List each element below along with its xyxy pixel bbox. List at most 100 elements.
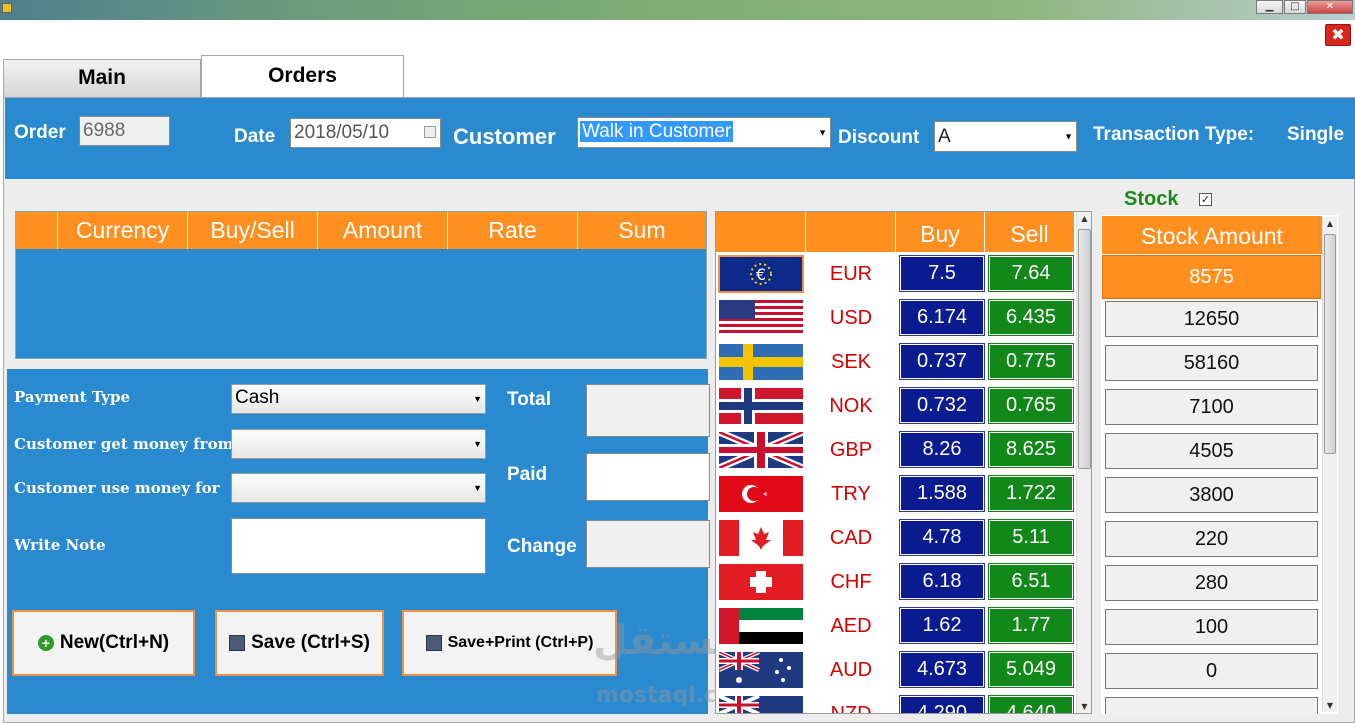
buy-rate-cell[interactable]: 0.737 <box>899 343 985 380</box>
rate-row[interactable]: USD 6.174 6.435 <box>716 296 1076 340</box>
sell-rate-cell[interactable]: 7.64 <box>988 255 1074 292</box>
sell-rate-cell[interactable]: 8.625 <box>988 431 1074 468</box>
window-close-button[interactable]: ✕ <box>1307 0 1353 14</box>
buy-rate-cell[interactable]: 6.174 <box>899 299 985 336</box>
buy-rate-cell[interactable]: 4.78 <box>899 519 985 556</box>
customer-combo[interactable]: Walk in Customer ▼ <box>577 117 831 148</box>
rate-row[interactable]: TRY 1.588 1.722 <box>716 472 1076 516</box>
calendar-icon[interactable] <box>424 126 436 138</box>
rate-row[interactable]: AUD 4.673 5.049 <box>716 648 1076 692</box>
chevron-down-icon: ▼ <box>1064 131 1073 141</box>
col-header-stock-amount[interactable]: Stock Amount <box>1102 216 1322 254</box>
stock-amount-cell[interactable]: 0 <box>1105 653 1318 689</box>
rates-grid[interactable]: Buy Sell € EUR 7.5 7.64 USD 6.174 6.435 SEK 0.73… <box>715 211 1092 714</box>
sell-rate-cell[interactable]: 5.11 <box>988 519 1074 556</box>
rates-scroll-thumb[interactable] <box>1078 229 1091 469</box>
rate-row[interactable]: GBP 8.26 8.625 <box>716 428 1076 472</box>
payment-type-combo[interactable]: Cash ▼ <box>231 384 486 414</box>
currency-code: CAD <box>829 527 873 549</box>
order-lines-header: Currency Buy/Sell Amount Rate Sum <box>16 212 706 249</box>
stock-scroll-thumb[interactable] <box>1324 234 1336 454</box>
gb-flag-icon <box>719 432 803 468</box>
form-close-button[interactable]: ✖ <box>1325 24 1351 46</box>
minimize-button[interactable]: ▁ <box>1256 0 1283 14</box>
stock-amount-cell[interactable]: 7100 <box>1105 389 1318 425</box>
rates-header: Buy Sell <box>716 212 1075 252</box>
sell-rate-cell[interactable]: 0.765 <box>988 387 1074 424</box>
stock-amount-cell[interactable]: 4505 <box>1105 433 1318 469</box>
col-header-sum[interactable]: Sum <box>578 212 706 249</box>
stock-amount-cell[interactable] <box>1105 697 1318 714</box>
stock-amount-cell[interactable]: 58160 <box>1105 345 1318 381</box>
tr-flag-icon <box>719 476 803 512</box>
sell-rate-cell[interactable]: 1.722 <box>988 475 1074 512</box>
col-header-rate[interactable]: Rate <box>448 212 578 249</box>
col-header-amount[interactable]: Amount <box>318 212 448 249</box>
rate-row[interactable]: NOK 0.732 0.765 <box>716 384 1076 428</box>
get-money-from-combo[interactable]: ▼ <box>231 429 486 459</box>
col-header-sell[interactable]: Sell <box>985 212 1075 252</box>
tab-orders[interactable]: Orders <box>201 55 404 97</box>
svg-text:€: € <box>756 265 766 284</box>
use-money-for-combo[interactable]: ▼ <box>231 473 486 503</box>
rates-scrollbar[interactable]: ▲ ▼ <box>1076 212 1091 713</box>
col-header-buy[interactable]: Buy <box>896 212 985 252</box>
buy-rate-cell[interactable]: 0.732 <box>899 387 985 424</box>
stock-checkbox[interactable]: ✓ <box>1199 193 1212 206</box>
currency-code: AUD <box>829 659 873 681</box>
buy-rate-cell[interactable]: 8.26 <box>899 431 985 468</box>
stock-amount-cell[interactable]: 220 <box>1105 521 1318 557</box>
sell-rate-cell[interactable]: 0.775 <box>988 343 1074 380</box>
floppy-disk-icon <box>425 635 442 651</box>
sell-rate-cell[interactable]: 4.640 <box>988 695 1074 713</box>
buy-rate-cell[interactable]: 4.673 <box>899 651 985 688</box>
col-header-buy-sell[interactable]: Buy/Sell <box>188 212 318 249</box>
plus-icon: + <box>37 635 54 651</box>
buy-rate-cell[interactable]: 4.290 <box>899 695 985 713</box>
stock-grid[interactable]: Stock Amount 8575 12650 58160 7100 4505 3800 2… <box>1101 215 1338 714</box>
stock-amount-cell[interactable]: 12650 <box>1105 301 1318 337</box>
discount-combo[interactable]: A ▼ <box>934 121 1077 152</box>
buy-rate-cell[interactable]: 6.18 <box>899 563 985 600</box>
scroll-up-icon[interactable]: ▲ <box>1323 219 1337 228</box>
rate-row[interactable]: CAD 4.78 5.11 <box>716 516 1076 560</box>
rate-row[interactable]: CHF 6.18 6.51 <box>716 560 1076 604</box>
note-textarea[interactable] <box>231 518 486 574</box>
sell-rate-cell[interactable]: 6.51 <box>988 563 1074 600</box>
col-header-currency[interactable]: Currency <box>58 212 188 249</box>
paid-field[interactable] <box>586 453 710 501</box>
new-order-button[interactable]: + New(Ctrl+N) <box>12 610 195 676</box>
rate-row[interactable]: NZD 4.290 4.640 <box>716 692 1076 714</box>
currency-code: TRY <box>831 483 871 505</box>
rate-row[interactable]: SEK 0.737 0.775 <box>716 340 1076 384</box>
scroll-down-icon[interactable]: ▼ <box>1077 702 1091 711</box>
transaction-type-label: Transaction Type: <box>1093 124 1255 145</box>
sell-rate-cell[interactable]: 6.435 <box>988 299 1074 336</box>
sell-rate-cell[interactable]: 5.049 <box>988 651 1074 688</box>
scroll-up-icon[interactable]: ▲ <box>1077 214 1091 223</box>
date-picker[interactable]: 2018/05/10 <box>290 118 441 148</box>
sell-rate-cell[interactable]: 1.77 <box>988 607 1074 644</box>
rate-row[interactable]: € EUR 7.5 7.64 <box>716 252 1076 296</box>
buy-rate-cell[interactable]: 1.588 <box>899 475 985 512</box>
customer-value: Walk in Customer <box>580 121 734 142</box>
maximize-button[interactable]: □ <box>1284 0 1306 14</box>
save-button[interactable]: Save (Ctrl+S) <box>215 610 384 676</box>
ca-flag-icon <box>719 520 803 556</box>
stock-amount-cell[interactable]: 100 <box>1105 609 1318 645</box>
stock-amount-cell[interactable]: 3800 <box>1105 477 1318 513</box>
order-lines-table[interactable]: Currency Buy/Sell Amount Rate Sum <box>15 211 707 359</box>
stock-amount-cell[interactable]: 8575 <box>1102 255 1321 299</box>
currency-code: GBP <box>829 439 873 461</box>
buy-rate-cell[interactable]: 7.5 <box>899 255 985 292</box>
scroll-down-icon[interactable]: ▼ <box>1323 701 1337 710</box>
currency-code: NZD <box>830 703 872 714</box>
tab-main[interactable]: Main <box>3 59 201 97</box>
rate-row[interactable]: AED 1.62 1.77 <box>716 604 1076 648</box>
payment-type-label: Payment Type <box>14 388 131 406</box>
buy-rate-cell[interactable]: 1.62 <box>899 607 985 644</box>
stock-amount-cell[interactable]: 280 <box>1105 565 1318 601</box>
chevron-down-icon: ▼ <box>473 394 482 404</box>
stock-scrollbar[interactable]: ▲ ▼ <box>1322 217 1337 712</box>
save-print-button[interactable]: Save+Print (Ctrl+P) <box>402 610 617 676</box>
